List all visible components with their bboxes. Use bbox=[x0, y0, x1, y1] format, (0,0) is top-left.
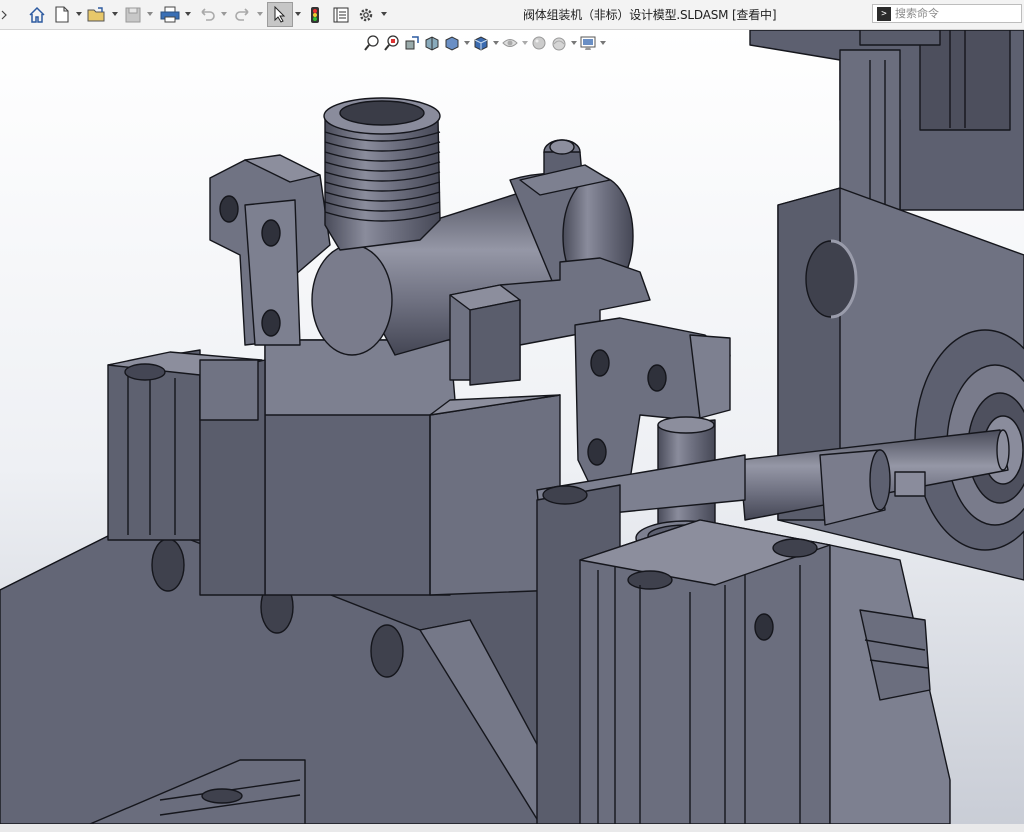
redo-dropdown-chevron-icon[interactable] bbox=[256, 9, 263, 19]
view-settings-dropdown-icon[interactable] bbox=[598, 34, 607, 52]
view-orientation-icon[interactable] bbox=[442, 34, 462, 52]
search-commands-box[interactable]: > bbox=[872, 4, 1022, 23]
view-orientation-dropdown-icon[interactable] bbox=[462, 34, 471, 52]
redo-icon[interactable] bbox=[233, 4, 253, 25]
select-cursor-icon[interactable] bbox=[267, 2, 293, 27]
new-dropdown-chevron-icon[interactable] bbox=[75, 9, 82, 19]
assembly-model-render[interactable] bbox=[0, 30, 1024, 824]
menu-flyout-arrow-icon[interactable] bbox=[0, 4, 8, 25]
view-settings-icon[interactable] bbox=[578, 34, 598, 52]
home-icon[interactable] bbox=[27, 4, 47, 25]
graphics-area[interactable] bbox=[0, 30, 1024, 824]
print-dropdown-chevron-icon[interactable] bbox=[184, 9, 191, 19]
zoom-to-area-icon[interactable] bbox=[382, 34, 402, 52]
open-file-icon[interactable] bbox=[86, 4, 108, 25]
status-bar-strip bbox=[0, 824, 1024, 832]
apply-scene-dropdown-icon[interactable] bbox=[569, 34, 578, 52]
window-title: 阀体组装机（非标）设计模型.SLDASM [查看中] bbox=[523, 8, 777, 22]
hide-show-dropdown-icon[interactable] bbox=[520, 34, 529, 52]
title-toolbar-bar: 阀体组装机（非标）设计模型.SLDASM [查看中] > bbox=[0, 0, 1024, 30]
undo-icon[interactable] bbox=[197, 4, 217, 25]
hide-show-items-icon[interactable] bbox=[500, 34, 520, 52]
search-commands-input[interactable] bbox=[895, 7, 1015, 20]
edit-appearance-icon[interactable] bbox=[529, 34, 549, 52]
print-icon[interactable] bbox=[159, 4, 181, 25]
save-icon[interactable] bbox=[123, 4, 143, 25]
apply-scene-icon[interactable] bbox=[549, 34, 569, 52]
command-prompt-icon: > bbox=[877, 6, 891, 21]
section-view-icon[interactable] bbox=[422, 34, 442, 52]
undo-dropdown-chevron-icon[interactable] bbox=[220, 9, 227, 19]
rebuild-icon[interactable] bbox=[307, 4, 323, 25]
new-document-icon[interactable] bbox=[53, 4, 71, 25]
zoom-to-fit-icon[interactable] bbox=[362, 34, 382, 52]
display-style-dropdown-icon[interactable] bbox=[491, 34, 500, 52]
display-style-icon[interactable] bbox=[471, 34, 491, 52]
save-dropdown-chevron-icon[interactable] bbox=[146, 9, 153, 19]
select-dropdown-chevron-icon[interactable] bbox=[294, 9, 301, 19]
options-dropdown-chevron-icon[interactable] bbox=[380, 9, 387, 19]
previous-view-icon[interactable] bbox=[402, 34, 422, 52]
heads-up-view-toolbar bbox=[362, 34, 607, 52]
file-properties-icon[interactable] bbox=[331, 4, 351, 25]
options-gear-icon[interactable] bbox=[356, 4, 376, 25]
open-dropdown-chevron-icon[interactable] bbox=[111, 9, 118, 19]
